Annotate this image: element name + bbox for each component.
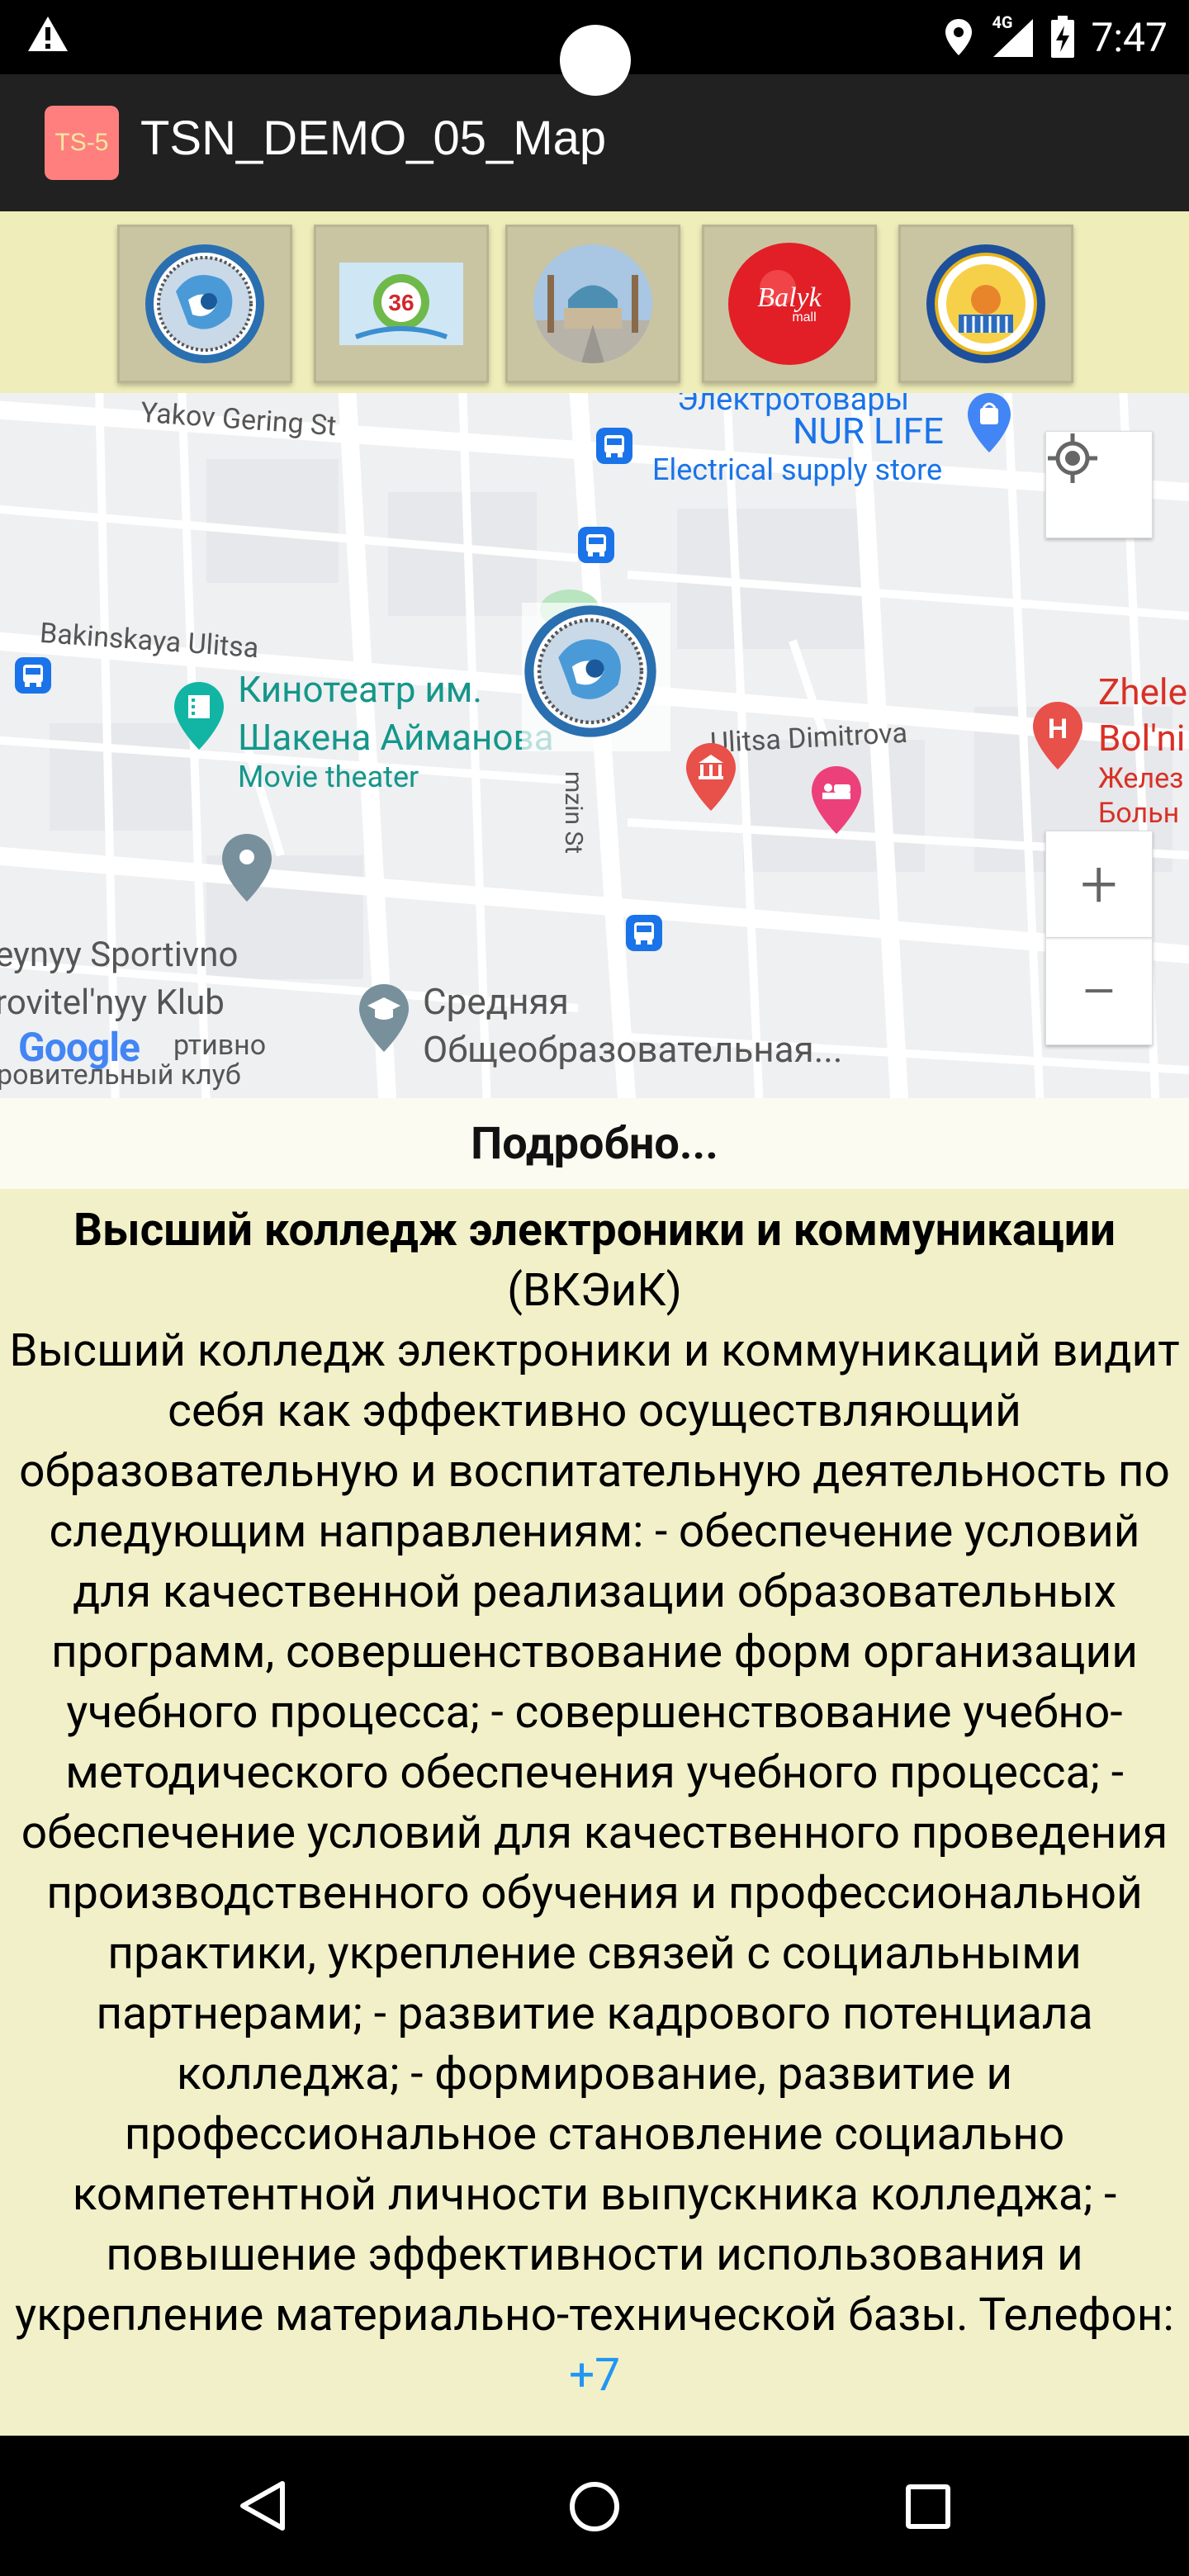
camera-cutout [560, 25, 631, 96]
shopping-pin-icon[interactable] [964, 393, 1014, 456]
mosque-photo-button[interactable] [505, 225, 680, 383]
svg-text:H: H [1048, 713, 1068, 745]
signal-icon: 4G [988, 12, 1035, 59]
poi-sports-club[interactable]: eynyy Sportivno rovitel'nyy Klub [0, 931, 238, 1027]
mosque-photo-icon [528, 242, 657, 366]
regional-emblem-icon [921, 242, 1050, 366]
bus-stop-icon[interactable] [576, 525, 616, 565]
location-icon [945, 19, 973, 55]
bus-stop-icon[interactable] [624, 913, 664, 953]
street-kuzmin: mzin St [559, 771, 588, 855]
college-logo-icon [140, 242, 269, 366]
description-body: Высший колледж электроники и коммуникаци… [9, 1324, 1180, 2342]
app-title: TSN_DEMO_05_Map [140, 111, 607, 165]
svg-text:36: 36 [388, 290, 414, 315]
map-view[interactable]: Yakov Gering St Bakinskaya Ulitsa Ulitsa… [0, 393, 1189, 1098]
back-icon[interactable] [236, 2479, 287, 2533]
navigation-bar [0, 2436, 1189, 2576]
poi-nur-life-type: Electrical supply store [652, 452, 943, 487]
regional-emblem-button[interactable] [898, 225, 1073, 383]
college-logo-button[interactable] [117, 225, 292, 383]
bus-stop-icon[interactable] [13, 656, 53, 695]
museum-pin-icon[interactable] [682, 740, 740, 814]
details-button[interactable]: Подробно... [0, 1098, 1189, 1189]
svg-text:mall: mall [792, 310, 816, 324]
balyk-mall-button[interactable]: Balyk mall [702, 225, 877, 383]
hospital-pin-icon[interactable]: H [1029, 698, 1087, 773]
crosshair-icon [1048, 433, 1097, 483]
poi-school[interactable]: Средняя Общеобразовательная... [423, 978, 843, 1073]
clock: 7:47 [1091, 13, 1168, 61]
google-logo: Google [18, 1024, 140, 1071]
phone-link[interactable]: +7 [569, 2349, 620, 2402]
school-36-icon: 36 [337, 242, 466, 366]
movie-theater-pin-icon[interactable] [170, 679, 228, 753]
bus-stop-icon[interactable] [594, 426, 634, 466]
svg-text:Balyk: Balyk [757, 282, 822, 313]
college-name: Высший колледж электроники и коммуникаци… [73, 1204, 1116, 1257]
app-icon: TS-5 [45, 106, 119, 180]
college-abbr: (ВКЭиК) [507, 1264, 682, 1317]
logo-strip: 36 Balyk mall [0, 211, 1189, 393]
recents-icon[interactable] [905, 2484, 951, 2530]
zoom-in-button[interactable]: + [1045, 831, 1153, 938]
zoom-out-button[interactable]: − [1045, 938, 1153, 1045]
my-location-button[interactable] [1045, 431, 1153, 538]
balyk-mall-icon: Balyk mall [725, 242, 854, 366]
poi-cinema-type: Movie theater [238, 760, 419, 794]
location-pin-icon[interactable] [218, 831, 276, 905]
poi-nur-life[interactable]: NUR LIFE [793, 410, 944, 452]
description-text: Высший колледж электроники и коммуникаци… [0, 1189, 1189, 2436]
battery-charging-icon [1051, 16, 1075, 58]
poi-hospital[interactable]: Zhele Bol'ni [1098, 669, 1187, 761]
school-pin-icon[interactable] [355, 981, 413, 1055]
warning-icon [28, 17, 68, 51]
poi-cinema[interactable]: Кинотеатр им. Шакена Айманова [238, 665, 554, 761]
home-icon[interactable] [568, 2480, 621, 2533]
college-map-marker[interactable] [522, 603, 670, 751]
school-36-button[interactable]: 36 [314, 225, 489, 383]
college-marker-icon [524, 605, 656, 737]
hotel-pin-icon[interactable] [808, 763, 865, 837]
